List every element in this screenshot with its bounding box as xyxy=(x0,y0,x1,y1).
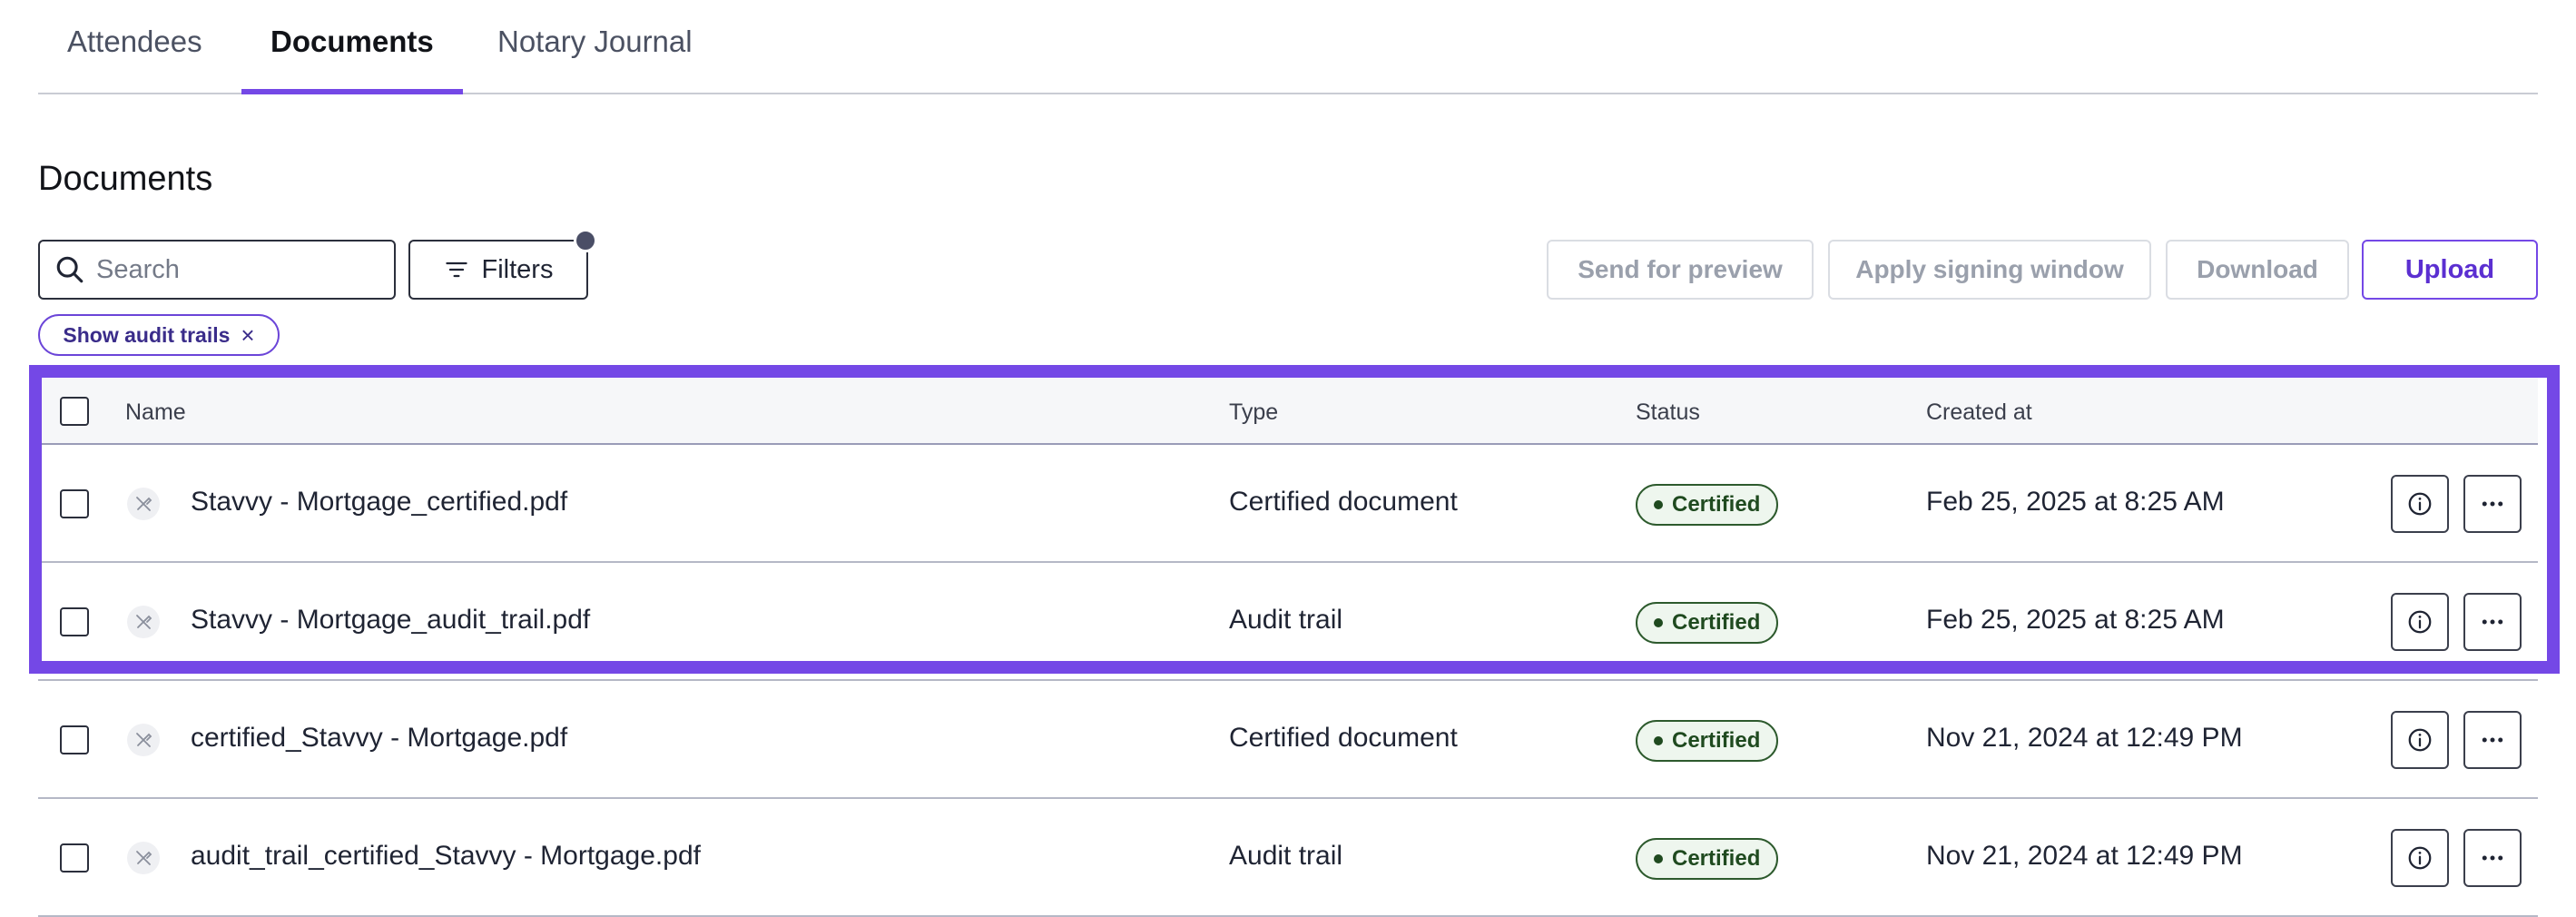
tab-notary-journal[interactable]: Notary Journal xyxy=(468,22,722,94)
info-button[interactable] xyxy=(2391,711,2449,769)
status-badge: Certified xyxy=(1636,602,1779,644)
header-name[interactable]: Name xyxy=(125,399,186,426)
table-row[interactable]: certified_Stavvy - Mortgage.pdf Certifie… xyxy=(38,681,2538,799)
status-badge: Certified xyxy=(1636,838,1779,880)
document-name[interactable]: certified_Stavvy - Mortgage.pdf xyxy=(191,723,567,754)
search-box[interactable] xyxy=(38,240,396,300)
more-icon xyxy=(2482,855,2503,861)
chip-label: Show audit trails xyxy=(63,322,231,347)
page-title: Documents xyxy=(38,160,213,198)
tab-documents[interactable]: Documents xyxy=(241,22,463,94)
file-icon xyxy=(127,606,160,638)
more-icon xyxy=(2482,501,2503,507)
send-for-preview-button[interactable]: Send for preview xyxy=(1547,240,1814,300)
more-actions-button[interactable] xyxy=(2463,711,2522,769)
document-type: Audit trail xyxy=(1229,841,1343,871)
document-name[interactable]: Stavvy - Mortgage_audit_trail.pdf xyxy=(191,605,590,636)
search-input[interactable] xyxy=(96,254,387,285)
more-actions-button[interactable] xyxy=(2463,829,2522,887)
upload-button[interactable]: Upload xyxy=(2362,240,2538,300)
apply-signing-window-button[interactable]: Apply signing window xyxy=(1828,240,2151,300)
row-checkbox[interactable] xyxy=(60,843,89,873)
documents-table: Name Type Status Created at Stavvy - Mor… xyxy=(38,378,2538,917)
info-icon xyxy=(2408,492,2432,516)
tab-bar: Attendees Documents Notary Journal xyxy=(38,0,2538,94)
show-audit-trails-chip: Show audit trails × xyxy=(38,314,280,356)
row-checkbox[interactable] xyxy=(60,725,89,754)
info-button[interactable] xyxy=(2391,829,2449,887)
header-type[interactable]: Type xyxy=(1229,399,1278,426)
info-button[interactable] xyxy=(2391,475,2449,533)
status-badge: Certified xyxy=(1636,484,1779,526)
filters-label: Filters xyxy=(481,254,554,284)
more-icon xyxy=(2482,737,2503,743)
row-checkbox[interactable] xyxy=(60,607,89,636)
file-icon xyxy=(127,724,160,756)
document-type: Certified document xyxy=(1229,487,1458,517)
more-icon xyxy=(2482,619,2503,625)
filters-button[interactable]: Filters xyxy=(408,229,597,300)
info-button[interactable] xyxy=(2391,593,2449,651)
status-badge: Certified xyxy=(1636,720,1779,762)
search-icon xyxy=(56,256,84,283)
document-name[interactable]: audit_trail_certified_Stavvy - Mortgage.… xyxy=(191,841,701,872)
header-status[interactable]: Status xyxy=(1636,399,1700,426)
download-button[interactable]: Download xyxy=(2166,240,2349,300)
document-name[interactable]: Stavvy - Mortgage_certified.pdf xyxy=(191,487,567,518)
select-all-checkbox[interactable] xyxy=(60,397,89,426)
file-icon xyxy=(127,842,160,874)
created-at: Feb 25, 2025 at 8:25 AM xyxy=(1926,487,2225,517)
filters-active-indicator xyxy=(574,229,597,252)
created-at: Feb 25, 2025 at 8:25 AM xyxy=(1926,605,2225,635)
close-icon[interactable]: × xyxy=(241,321,254,350)
table-row[interactable]: Stavvy - Mortgage_audit_trail.pdf Audit … xyxy=(38,563,2538,681)
row-checkbox[interactable] xyxy=(60,489,89,518)
more-actions-button[interactable] xyxy=(2463,475,2522,533)
info-icon xyxy=(2408,728,2432,752)
created-at: Nov 21, 2024 at 12:49 PM xyxy=(1926,841,2243,871)
table-row[interactable]: audit_trail_certified_Stavvy - Mortgage.… xyxy=(38,799,2538,917)
table-header: Name Type Status Created at xyxy=(38,378,2538,445)
file-icon xyxy=(127,488,160,520)
header-created-at[interactable]: Created at xyxy=(1926,399,2032,426)
info-icon xyxy=(2408,610,2432,634)
document-type: Certified document xyxy=(1229,723,1458,753)
filter-icon xyxy=(445,261,467,278)
document-type: Audit trail xyxy=(1229,605,1343,635)
table-row[interactable]: Stavvy - Mortgage_certified.pdf Certifie… xyxy=(38,445,2538,563)
info-icon xyxy=(2408,846,2432,870)
more-actions-button[interactable] xyxy=(2463,593,2522,651)
tab-attendees[interactable]: Attendees xyxy=(38,22,231,94)
created-at: Nov 21, 2024 at 12:49 PM xyxy=(1926,723,2243,753)
